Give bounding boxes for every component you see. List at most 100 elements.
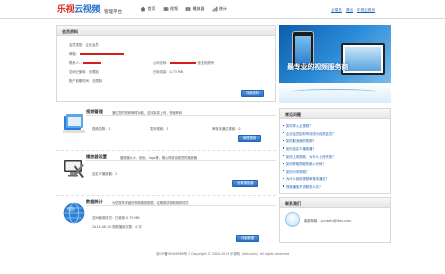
divider [86,160,276,161]
contact-name-label: 联系人： [69,61,83,65]
contact-name-row: 联系人： [69,60,102,65]
manage-videos-button[interactable]: 管理视频 [238,135,262,142]
member-type-label: 会员类型： [69,43,86,47]
main-nav: 首页 视频 播放器 统计 [140,6,227,12]
logo-subtitle: 管理平台 [104,10,122,15]
video-icon [163,6,169,12]
nav-label-video: 视频 [170,6,178,11]
rejected-count-label: 审核未通过视频： [212,127,239,131]
nav-item-home[interactable]: 首页 [140,6,156,12]
faq-item[interactable]: 为什么我的视频审核未通过？ [280,175,390,183]
faq-item[interactable]: 如何取消我的视频？ [280,137,390,145]
video-management-section: 视频管理 通过您的视频管理功能，支持批量上传，快速转码 视频总数：1 发布视频：… [56,107,276,147]
section-separator [56,150,276,151]
rejected-count-row: 审核未通过视频：0 [212,126,240,131]
member-type-row: 会员类型：企业会员 [69,42,99,47]
contact-email[interactable]: 客服邮箱：yunkefu@letv.com [304,218,351,223]
player-tools-icon [62,156,86,180]
space-usage-value: 已使用 0.73 MB [115,216,140,220]
faq-item[interactable]: 如何分享视频？ [280,168,390,176]
member-type-value: 企业会员 [85,43,99,47]
custom-player-value: 1 [115,172,118,176]
space-usage-label: 空间使用情况： [92,216,116,220]
expire-row: 账户到期时间：无限制 [69,78,102,83]
faq-list: 如何导入云视频？ 企业会员如何申请成为优质会员？ 如何取消我的视频？ 如何自定义… [280,119,390,190]
used-traffic-row: 已用流量：0.73 MB [153,69,183,74]
license-label: 营业执照号 [197,61,215,65]
banner-text: 最专业的视频服务商 [287,63,349,71]
account-card: 会员资料 会员类型：企业会员 邮箱： 联系人： 公司名称： 营业执照号 空间已使… [56,25,276,102]
details-button[interactable]: 详细资料 [241,90,265,97]
faq-title: 常见问题 [280,109,390,119]
set-player-button[interactable]: 设置播放器 [232,180,259,187]
play-count-row: 2013-08-15 视频播放次数：0 次 [92,224,142,229]
nav-item-player[interactable]: 播放器 [185,6,205,12]
company-label: 公司名称： [153,61,170,65]
user-link-logout[interactable]: 退出 [346,8,353,13]
data-stats-section: 数据统计 为您提供详细的视频播放数据，定期推送视频观看情况 空间使用情况：已使用… [56,197,276,245]
play-count-label: 视频播放次数： [112,225,136,229]
faq-item[interactable]: 如何上传视频，为什么上传失败？ [280,152,390,160]
faq-item[interactable]: 如何导入云视频？ [280,122,390,130]
email-row: 邮箱： [69,51,124,56]
video-folder-icon [62,111,86,135]
faq-item[interactable]: 企业会员如何申请成为优质会员？ [280,130,390,138]
published-count-value: 1 [166,127,169,131]
video-count-label: 视频总数： [92,127,109,131]
used-space-row: 空间已使用：无限制 [69,69,99,74]
banner-base [279,83,391,103]
section-separator [56,195,276,196]
used-traffic-label: 已用流量： [153,70,170,74]
used-traffic-value: 0.73 MB [169,70,183,74]
company-redacted [170,62,197,64]
contact-card: 联系我们 客服邮箱：yunkefu@letv.com [279,197,391,243]
contact-title: 联系我们 [280,198,390,208]
user-link-home[interactable]: 乐视云首页 [357,8,375,13]
video-count-row: 视频总数：1 [92,126,111,131]
play-count-value: 0 次 [135,225,142,229]
expire-label: 账户到期时间： [69,79,93,83]
nav-item-video[interactable]: 视频 [163,6,178,12]
faq-item[interactable]: 如何获取视频的嵌入代码？ [280,160,390,168]
logo-text-primary: 乐视 [57,4,75,14]
faq-item[interactable]: 视频播放不流畅怎么办？ [280,183,390,191]
logo-text-secondary: 云视频 [74,4,101,14]
stats-icon [212,6,218,12]
space-usage-row: 空间使用情况：已使用 0.73 MB [92,215,140,220]
email-redacted [79,53,124,55]
nav-item-stats[interactable]: 统计 [212,6,227,12]
footer-copyright: 京ICP备09045969号-7 Copyright © 2004-2013 乐… [156,252,289,256]
faq-card: 常见问题 如何导入云视频？ 企业会员如何申请成为优质会员？ 如何取消我的视频？ … [279,108,391,194]
nav-label-player: 播放器 [192,6,205,11]
contact-name-redacted [83,62,102,64]
account-card-title: 会员资料 [57,26,275,36]
player-settings-section: 播放器设置 播放器大小、颜色、logo等，随心所欲设置您的播放器 自定义播放器：… [56,152,276,192]
faq-item[interactable]: 如何自定义播放器？ [280,145,390,153]
user-links: 云端总 退出 乐视云首页 [331,8,375,13]
promo-banner[interactable]: 最专业的视频服务商 [279,25,391,103]
custom-player-label: 自定义播放器： [92,172,116,176]
top-bar: 乐视云视频 管理平台 首页 视频 播放器 统计 云端总 退出 乐视云首页 [0,0,445,19]
published-count-row: 发布视频：1 [150,126,169,131]
company-row: 公司名称： 营业执照号 [153,60,214,65]
nav-label-home: 首页 [147,6,156,11]
used-space-value: 无限制 [88,70,99,74]
user-link-account[interactable]: 云端总 [331,8,342,13]
video-count-value: 1 [108,127,111,131]
player-icon [185,6,191,12]
home-icon [140,6,146,12]
published-count-label: 发布视频： [150,127,167,131]
custom-player-row: 自定义播放器：1 [92,171,117,176]
support-avatar-icon [285,212,300,227]
rejected-count-value: 0 [238,127,241,131]
nav-label-stats: 统计 [219,6,227,11]
globe-icon [62,201,86,225]
divider [86,115,276,116]
logo[interactable]: 乐视云视频 [57,5,100,14]
email-label: 邮箱： [69,52,79,56]
divider [86,205,276,206]
detailed-data-button[interactable]: 详细数据 [236,235,260,242]
play-count-date: 2013-08-15 [92,225,112,229]
expire-value: 无限制 [92,79,102,83]
used-space-label: 空间已使用： [69,70,89,74]
